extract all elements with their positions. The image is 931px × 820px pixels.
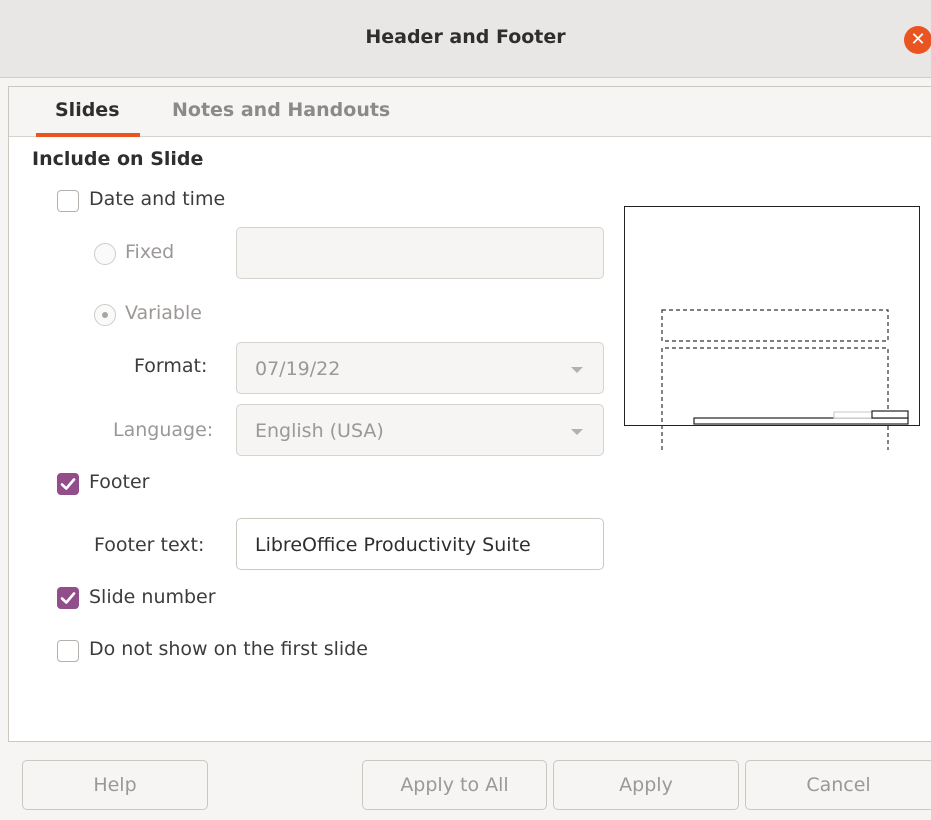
tab-notes-and-handouts[interactable]: Notes and Handouts (172, 99, 390, 121)
section-title: Include on Slide (32, 148, 204, 170)
footer-checkbox[interactable] (57, 473, 79, 495)
language-value: English (USA) (255, 420, 384, 442)
fixed-radio[interactable] (94, 243, 116, 265)
format-value: 07/19/22 (255, 358, 341, 380)
fixed-date-input[interactable] (236, 227, 604, 279)
language-label: Language: (113, 419, 214, 441)
footer-text-input[interactable]: LibreOffice Productivity Suite (236, 518, 604, 570)
footer-text-label: Footer text: (94, 534, 205, 556)
variable-label: Variable (125, 302, 202, 324)
apply-to-all-button[interactable]: Apply to All (362, 760, 547, 810)
chevron-down-icon (571, 429, 583, 435)
fixed-label: Fixed (125, 241, 175, 263)
active-tab-indicator (36, 133, 140, 137)
slide-preview (624, 206, 920, 450)
format-dropdown[interactable]: 07/19/22 (236, 342, 604, 394)
tab-bar: Slides Notes and Handouts (9, 87, 931, 137)
date-time-label: Date and time (89, 188, 226, 210)
apply-button[interactable]: Apply (553, 760, 739, 810)
format-label: Format: (134, 355, 208, 377)
date-time-checkbox[interactable] (57, 190, 79, 212)
checkmark-icon (60, 478, 76, 490)
dialog-title: Header and Footer (365, 26, 566, 48)
first-slide-label: Do not show on the first slide (89, 638, 368, 660)
tab-slides[interactable]: Slides (55, 99, 120, 121)
footer-label: Footer (89, 471, 150, 493)
title-bar: Header and Footer ✕ (0, 0, 931, 78)
help-button[interactable]: Help (22, 760, 208, 810)
slide-number-label: Slide number (89, 586, 216, 608)
footer-text-value: LibreOffice Productivity Suite (255, 534, 531, 556)
variable-radio[interactable] (94, 304, 116, 326)
radio-dot-icon (102, 312, 108, 318)
cancel-button[interactable]: Cancel (745, 760, 931, 810)
language-dropdown[interactable]: English (USA) (236, 404, 604, 456)
preview-graphic (661, 309, 909, 450)
slide-number-checkbox[interactable] (57, 587, 79, 609)
close-button[interactable]: ✕ (904, 26, 931, 54)
checkmark-icon (60, 592, 76, 604)
close-icon: ✕ (910, 29, 926, 50)
first-slide-checkbox[interactable] (57, 640, 79, 662)
chevron-down-icon (571, 367, 583, 373)
